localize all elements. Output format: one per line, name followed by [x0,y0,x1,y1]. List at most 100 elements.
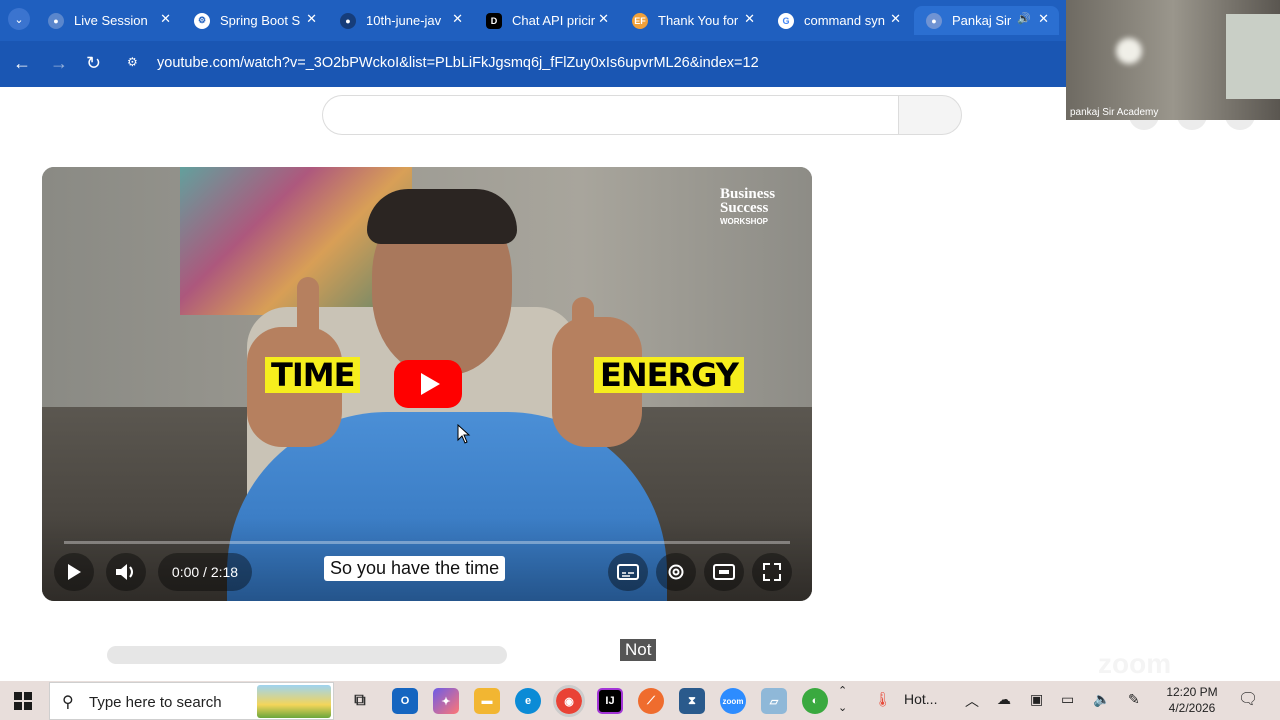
subtitles-button[interactable] [608,553,648,591]
logo-subtext: WORKSHOP [720,217,768,226]
volume-icon[interactable]: 🔈 [1093,691,1110,708]
gear-icon [668,564,684,580]
tab-title: Live Session [74,13,148,28]
loading-placeholder [107,646,507,664]
tab-pankaj-sir[interactable]: ● Pankaj Sir 🔊 ✕ [914,6,1059,35]
outlook-icon[interactable]: O [392,688,418,714]
notification-icon[interactable]: 🗨 [1238,689,1258,709]
tab-title: command syn [804,13,885,28]
site-info-icon[interactable]: ⚙ [127,55,145,73]
settings-button[interactable] [656,553,696,591]
windows-start-icon[interactable] [14,692,32,710]
close-icon[interactable]: ✕ [890,11,901,27]
video-frame [367,189,517,244]
play-icon [68,564,81,580]
volume-button[interactable] [106,553,146,591]
tab-thank-you[interactable]: EF Thank You for ✕ [620,6,765,35]
caption-text: So you have the time [324,556,506,581]
ef-icon: EF [632,12,648,29]
volume-icon [116,564,133,580]
channel-logo: Business Success WORKSHOP [720,187,780,229]
close-icon[interactable]: ✕ [452,11,463,27]
logo-text: Business Success [720,186,776,216]
webcam-overlay[interactable]: pankaj Sir Academy [1066,0,1280,120]
copilot-icon[interactable]: ✦ [433,688,459,714]
weather-icon: 🌡 [874,691,892,707]
fullscreen-button[interactable] [752,553,792,591]
search-button[interactable] [898,95,962,135]
thumbnail-label-left: TIME [265,357,361,393]
participant-name: pankaj Sir Academy [1070,107,1159,118]
tab-title: Chat API pricir [512,13,596,28]
reload-icon[interactable]: ↻ [86,53,101,74]
close-icon[interactable]: ✕ [1038,11,1049,27]
url-field[interactable]: youtube.com/watch?v=_3O2bPWckoI&list=PLb… [157,55,759,71]
fullscreen-icon [763,563,781,581]
search-icon: ⚲ [62,694,74,711]
edge-icon[interactable]: e [515,688,541,714]
github-icon: ● [340,12,356,29]
tab-title: Spring Boot S [220,13,301,28]
zoom-app-icon[interactable]: zoom [720,688,746,714]
zoom-watermark: zoom [1098,648,1172,679]
chevron-up-icon[interactable]: ︿ [965,691,979,711]
close-icon[interactable]: ✕ [744,11,755,27]
system-clock[interactable]: 12:20 PM 4/2/2026 [1160,684,1224,716]
pen-icon[interactable]: ✎ [1128,691,1140,708]
chatgpt-icon: ⚙ [194,12,210,29]
clock-time: 12:20 PM [1166,685,1218,699]
close-icon[interactable]: ✕ [160,11,171,27]
search-input[interactable] [322,95,900,135]
tab-github[interactable]: ● 10th-june-jav ✕ [328,6,473,35]
tab-title: Pankaj Sir [952,13,1012,28]
taskbar-search-input[interactable]: ⚲ Type here to search [49,682,334,720]
webcam-video [1226,14,1280,99]
mouse-cursor-icon [457,424,471,444]
subtitles-icon [617,564,639,580]
tab-command-syntax[interactable]: G command syn ✕ [766,6,911,35]
play-icon [420,373,440,395]
theater-button[interactable] [704,553,744,591]
google-icon: G [778,12,794,29]
back-icon[interactable]: ← [13,53,31,74]
tab-live-session[interactable]: ● Live Session ✕ [36,6,181,35]
onedrive-icon[interactable]: ☁ [997,691,1011,708]
progress-bar[interactable] [64,541,790,544]
tab-search-button[interactable]: ⌄ [8,8,30,30]
speaker-icon[interactable]: 🔊 [1017,12,1031,25]
globe-icon: ● [926,12,942,29]
close-icon[interactable]: ✕ [306,11,317,27]
close-icon[interactable]: ✕ [598,11,609,27]
tab-spring-boot[interactable]: ⚙ Spring Boot S ✕ [182,6,327,35]
postman-icon[interactable]: ⟋ [638,688,664,714]
forward-icon[interactable]: → [50,53,68,74]
video-player[interactable]: Business Success WORKSHOP TIME ENERGY 0:… [42,167,812,601]
address-bar: ← → ↻ ⚙ youtube.com/watch?v=_3O2bPWckoI&… [0,41,1066,87]
weather-label[interactable]: Hot... [904,691,937,707]
webcam-video [1116,38,1142,64]
file-explorer-icon[interactable]: ▬ [474,688,500,714]
search-placeholder: Type here to search [89,694,222,711]
theater-icon [713,564,735,580]
clock-date: 4/2/2026 [1168,701,1216,715]
network-icon[interactable]: ▭ [1061,691,1074,708]
chrome-icon[interactable]: ◉ [553,685,585,717]
taskbar-overflow-icon[interactable]: ⌃ ⌄ [838,683,847,717]
tab-title: Thank You for [658,13,739,28]
large-play-button[interactable] [394,360,462,408]
task-view-icon[interactable]: ⧉ [347,688,373,714]
mysql-icon[interactable]: ⧗ [679,688,705,714]
tab-chat-api[interactable]: D Chat API pricir ✕ [474,6,619,35]
play-button[interactable] [54,553,94,591]
thumbnail-label-right: ENERGY [594,357,744,393]
taskbar: ⚲ Type here to search ⧉ O ✦ ▬ e ◉ IJ ⟋ ⧗… [0,681,1280,720]
meet-icon[interactable]: ▣ [1030,691,1043,708]
globe-icon: ● [48,12,64,29]
status-badge: Not [620,639,657,661]
intellij-icon[interactable]: IJ [597,688,623,714]
app-icon: D [486,12,502,29]
tab-title: 10th-june-jav [366,13,442,28]
notepad-icon[interactable]: ▱ [761,688,787,714]
spring-tool-icon[interactable]: ◐ [802,688,828,714]
search-highlight-image [257,685,331,718]
